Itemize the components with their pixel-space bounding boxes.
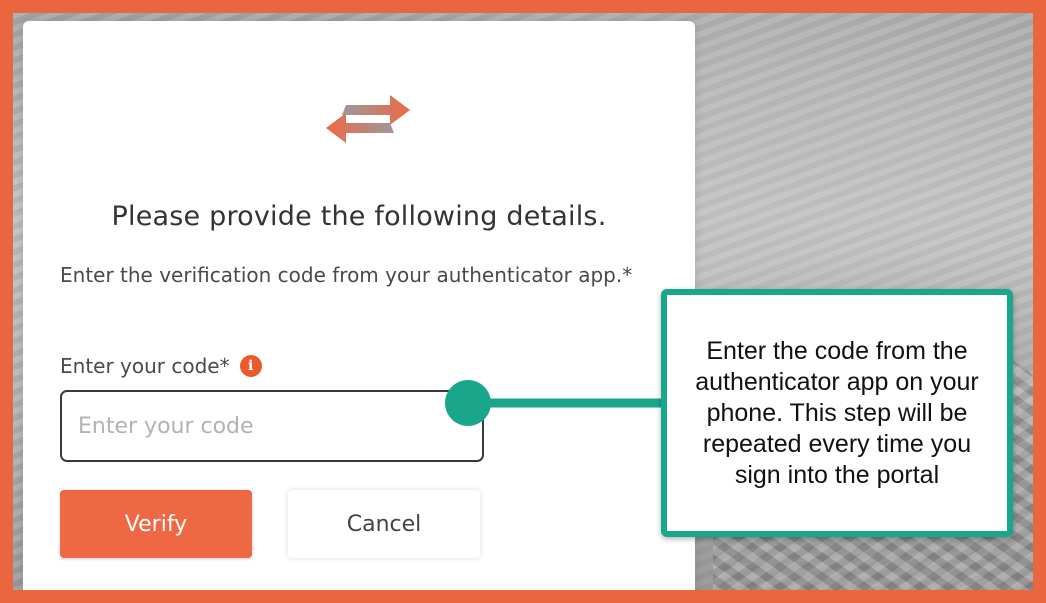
exchange-arrows-icon — [326, 95, 410, 143]
code-input[interactable] — [60, 390, 484, 462]
annotation-callout: Enter the code from the authenticator ap… — [661, 289, 1013, 537]
code-field-label: Enter your code* i — [60, 354, 262, 378]
info-icon[interactable]: i — [239, 355, 262, 377]
verification-card: Please provide the following details. En… — [23, 21, 695, 590]
instruction-text: Enter the verification code from your au… — [60, 263, 633, 287]
verify-button[interactable]: Verify — [60, 490, 252, 558]
screenshot-frame: Please provide the following details. En… — [13, 13, 1033, 590]
page-title: Please provide the following details. — [111, 201, 607, 232]
cancel-button[interactable]: Cancel — [288, 490, 480, 558]
callout-text: Enter the code from the authenticator ap… — [695, 336, 979, 489]
code-label-text: Enter your code* — [60, 354, 230, 378]
